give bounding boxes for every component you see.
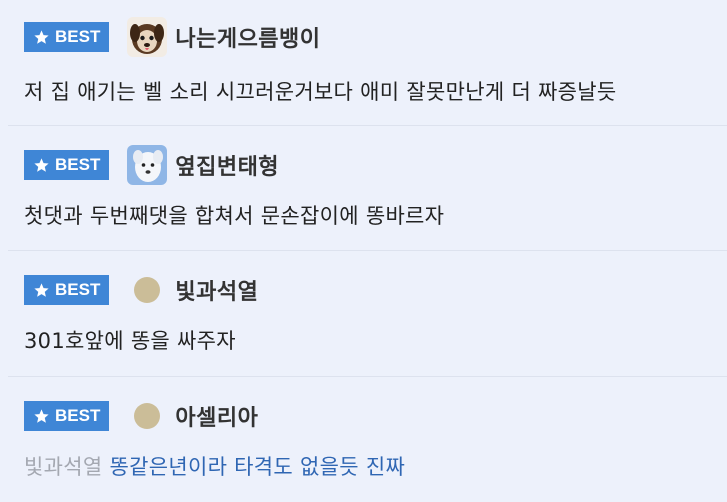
author-name[interactable]: 빛과석열 [175, 274, 258, 306]
author-name[interactable]: 아셀리아 [175, 400, 258, 432]
best-badge-label: BEST [55, 27, 101, 46]
author-name[interactable]: 나는게으름뱅이 [175, 21, 320, 53]
best-badge: BEST [24, 401, 110, 431]
comment-item: BEST 나는게으름뱅이 저 집 애기는 벨 소리 시끄러운거보다 애미 잘못만… [8, 0, 727, 126]
best-badge: BEST [24, 22, 110, 52]
comment-text: 저 집 애기는 벨 소리 시끄러운거보다 애미 잘못만난게 더 짜증날듯 [24, 80, 617, 104]
comment-text: 첫댓과 두번째댓을 합쳐서 문손잡이에 똥바르자 [24, 204, 445, 228]
comment-header: BEST 빛과석열 [24, 271, 258, 309]
comment-item: BEST 빛과석열 301호앞에 똥을 싸주자 [8, 251, 727, 377]
dog-avatar[interactable] [127, 17, 168, 57]
star-icon [34, 408, 49, 423]
comment-header: BEST 나는게으름뱅이 [24, 17, 321, 57]
default-avatar[interactable] [127, 396, 167, 436]
best-badge-label: BEST [55, 155, 101, 174]
reply-mention[interactable]: 빛과석열 [24, 455, 102, 479]
best-badge: BEST [24, 150, 110, 180]
comment-header: BEST 옆집변태형 [24, 145, 279, 185]
author-name[interactable]: 옆집변태형 [175, 149, 279, 181]
comment-list: BEST 나는게으름뱅이 저 집 애기는 벨 소리 시끄러운거보다 애미 잘못만… [0, 0, 727, 502]
white-dog-avatar[interactable] [127, 145, 168, 185]
comment-item: BEST 옆집변태형 첫댓과 두번째댓을 합쳐서 문손잡이에 똥바르자 [8, 126, 727, 251]
star-icon [34, 282, 49, 297]
best-badge-label: BEST [55, 280, 101, 299]
star-icon [34, 29, 49, 44]
comment-item: BEST 아셀리아 빛과석열 똥같은년이라 타격도 없을듯 진짜 [8, 377, 727, 502]
reply-text: 똥같은년이라 타격도 없을듯 진짜 [109, 455, 406, 479]
star-icon [34, 157, 49, 172]
comment-text: 301호앞에 똥을 싸주자 [24, 329, 236, 353]
comment-text: 빛과석열 똥같은년이라 타격도 없을듯 진짜 [24, 451, 405, 481]
default-avatar[interactable] [127, 270, 167, 310]
best-badge: BEST [24, 275, 110, 305]
comment-header: BEST 아셀리아 [24, 397, 258, 435]
best-badge-label: BEST [55, 406, 101, 425]
